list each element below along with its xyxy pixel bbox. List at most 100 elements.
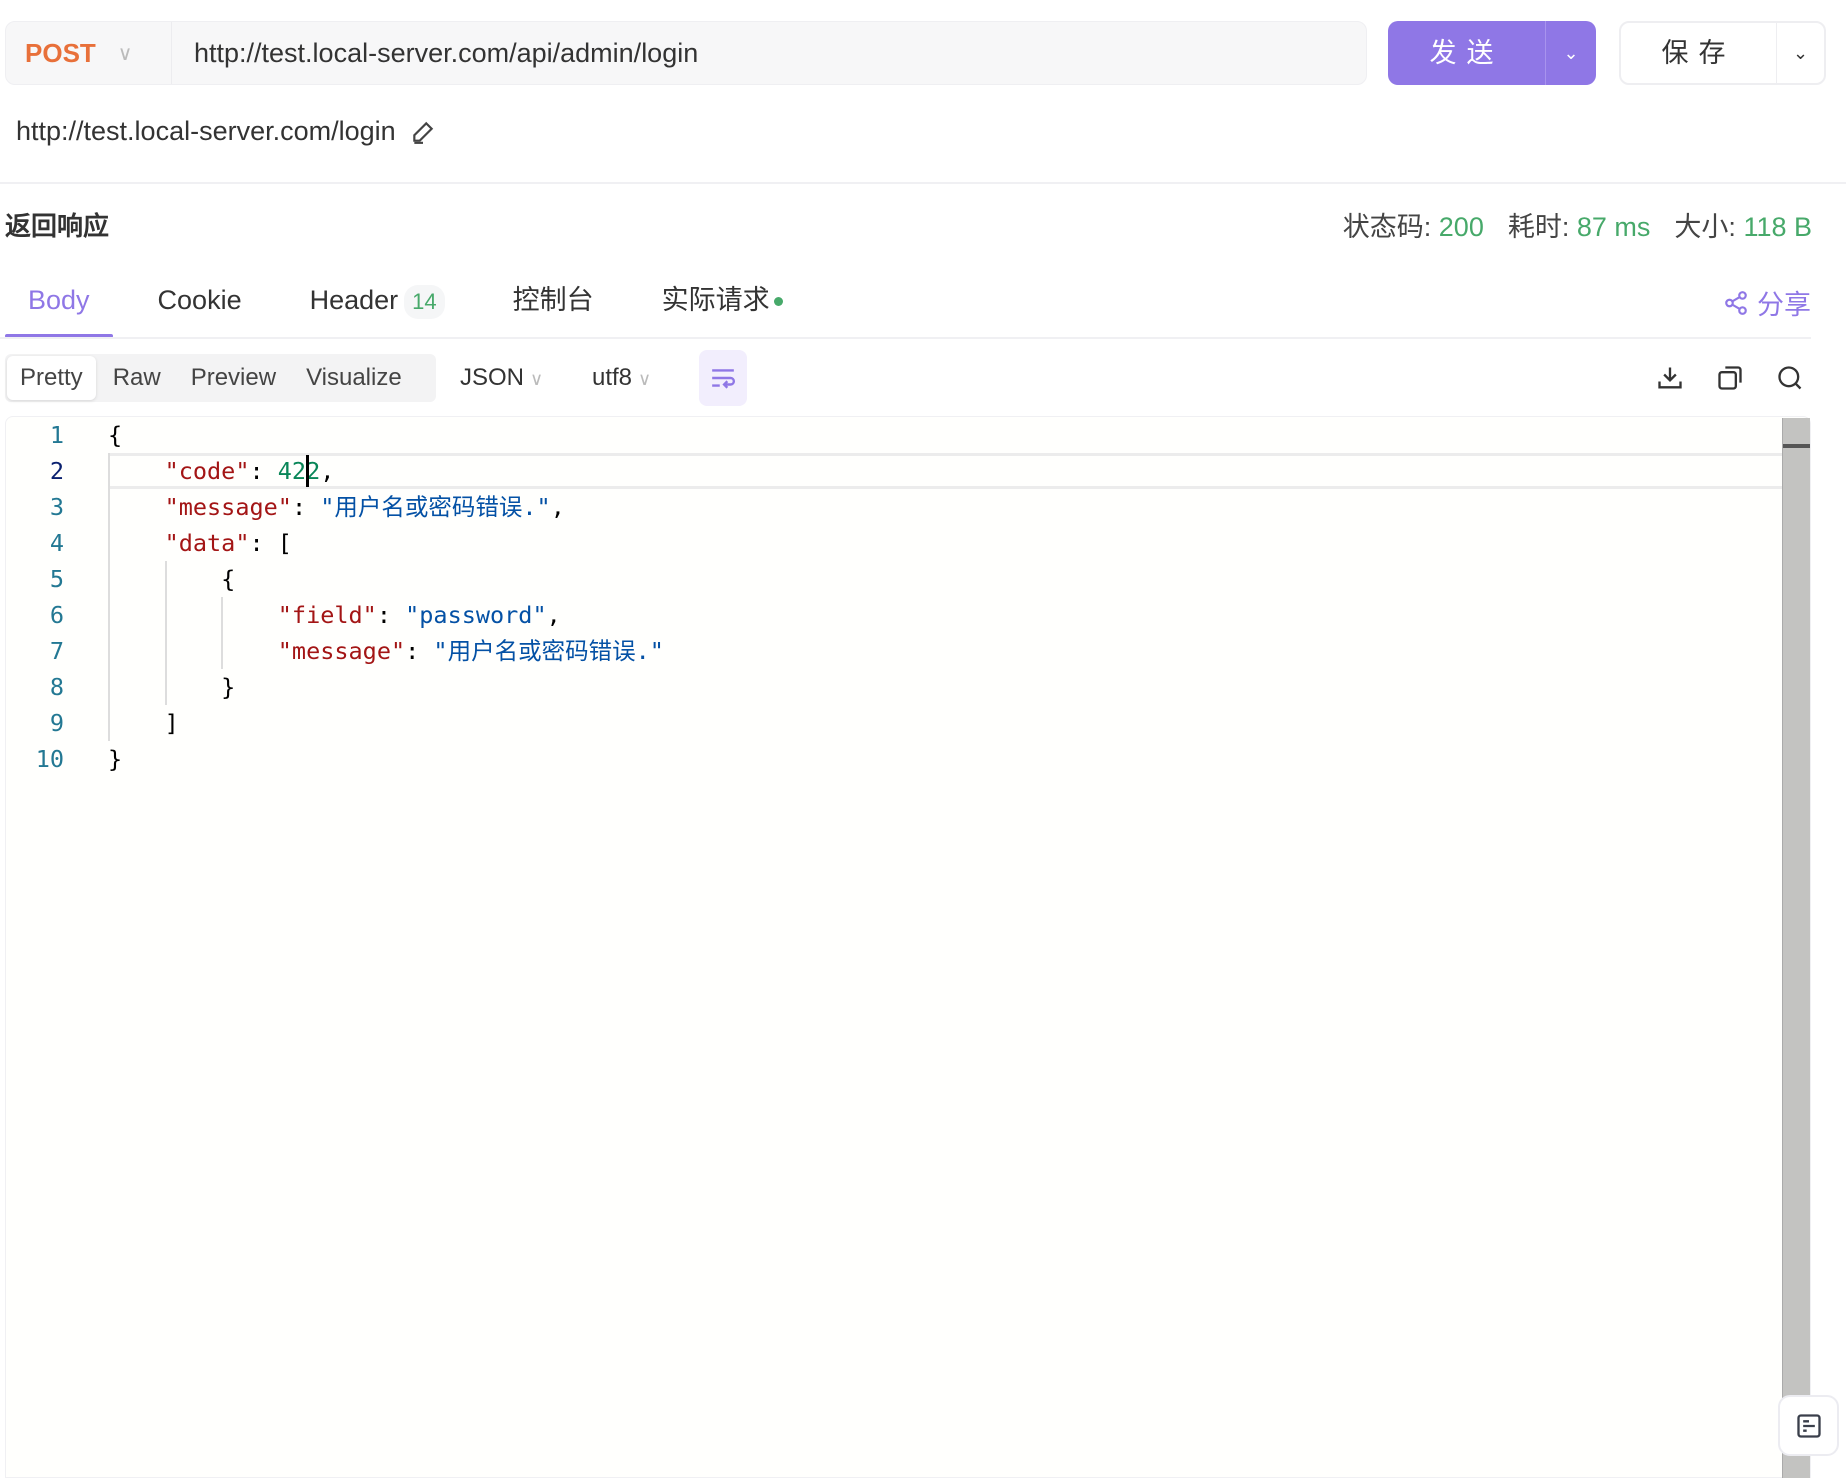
response-size: 118 B bbox=[1743, 212, 1812, 242]
url-input[interactable]: http://test.local-server.com/api/admin/l… bbox=[194, 22, 698, 84]
json-punctuation bbox=[108, 601, 278, 629]
header-count-badge: 14 bbox=[404, 285, 445, 319]
json-key: "code" bbox=[164, 457, 250, 485]
json-punctuation bbox=[108, 637, 278, 665]
status-code: 200 bbox=[1438, 212, 1484, 242]
save-options-chevron-icon[interactable]: ⌄ bbox=[1777, 23, 1824, 83]
json-string: "password" bbox=[405, 601, 547, 629]
json-punctuation: { bbox=[108, 421, 123, 449]
status-dot bbox=[773, 297, 783, 307]
outline-button[interactable] bbox=[1778, 1395, 1839, 1456]
method-select[interactable]: POST ∨ bbox=[6, 22, 172, 84]
indent-guide bbox=[108, 453, 110, 741]
display-url-text: http://test.local-server.com/login bbox=[16, 116, 396, 146]
code-line: ] bbox=[108, 705, 179, 741]
code-line: { bbox=[108, 561, 235, 597]
chevron-down-icon: ∨ bbox=[530, 369, 544, 389]
tab-label: 实际请求 bbox=[661, 285, 770, 315]
json-punctuation: ] bbox=[108, 709, 179, 737]
vertical-scrollbar[interactable] bbox=[1782, 418, 1810, 1478]
tab-console[interactable]: 控制台 bbox=[490, 280, 617, 338]
tabs-divider bbox=[0, 337, 1811, 339]
json-punctuation: , bbox=[550, 493, 565, 521]
code-line: "data": [ bbox=[108, 525, 292, 561]
tab-label: 控制台 bbox=[512, 285, 594, 315]
view-mode-segmented: Pretty Raw Preview Visualize bbox=[5, 354, 436, 402]
response-tabs: Body Cookie Header 14 控制台 实际请求 bbox=[5, 280, 1811, 338]
line-number: 10 bbox=[35, 745, 64, 773]
code-line: { bbox=[108, 417, 122, 453]
text-cursor bbox=[306, 455, 310, 487]
tab-label: Body bbox=[28, 285, 90, 315]
code-line: } bbox=[108, 669, 235, 705]
scroll-marker bbox=[1783, 444, 1810, 448]
json-key: "data" bbox=[164, 529, 250, 557]
method-label: POST bbox=[25, 37, 96, 68]
encoding-value: utf8 bbox=[592, 364, 633, 391]
tab-cookie[interactable]: Cookie bbox=[135, 280, 265, 338]
share-icon bbox=[1725, 290, 1747, 315]
chevron-down-icon: ∨ bbox=[638, 369, 652, 389]
view-visualize[interactable]: Visualize bbox=[291, 354, 417, 402]
code-line: } bbox=[108, 741, 122, 777]
json-punctuation: } bbox=[108, 673, 236, 701]
line-number: 5 bbox=[49, 565, 64, 593]
request-bar: POST ∨ http://test.local-server.com/api/… bbox=[5, 21, 1367, 85]
divider bbox=[0, 182, 1846, 184]
json-punctuation bbox=[108, 529, 165, 557]
json-punctuation bbox=[108, 493, 165, 521]
line-number: 4 bbox=[49, 529, 64, 557]
status-label: 状态码: bbox=[1342, 212, 1432, 242]
json-string: "用户名或密码错误." bbox=[433, 637, 664, 665]
tab-label: Header bbox=[309, 285, 399, 315]
format-select[interactable]: JSON ∨ bbox=[460, 354, 543, 403]
json-punctuation: , bbox=[546, 601, 561, 629]
line-number: 2 bbox=[49, 457, 64, 485]
save-button-group: 保存 ⌄ bbox=[1619, 21, 1826, 85]
tab-header[interactable]: Header 14 bbox=[287, 280, 468, 338]
line-number: 6 bbox=[49, 601, 64, 629]
search-icon[interactable] bbox=[1776, 364, 1804, 392]
response-title: 返回响应 bbox=[5, 211, 110, 241]
line-number: 8 bbox=[49, 673, 64, 701]
response-stats: 状态码: 200 耗时: 87 ms 大小: 118 B bbox=[1343, 205, 1812, 244]
json-key: "message" bbox=[164, 493, 292, 521]
size-label: 大小: bbox=[1674, 212, 1736, 242]
indent-guide bbox=[164, 561, 167, 705]
tab-actual-request[interactable]: 实际请求 bbox=[639, 280, 806, 338]
line-number: 1 bbox=[49, 421, 64, 449]
view-raw[interactable]: Raw bbox=[98, 354, 176, 402]
code-line: "message": "用户名或密码错误." bbox=[108, 633, 664, 669]
copy-icon[interactable] bbox=[1716, 364, 1744, 392]
send-button[interactable]: 发送 bbox=[1388, 21, 1546, 85]
encoding-select[interactable]: utf8 ∨ bbox=[592, 354, 651, 403]
time-label: 耗时: bbox=[1507, 212, 1570, 242]
json-punctuation bbox=[108, 457, 165, 485]
chevron-down-icon: ∨ bbox=[117, 42, 133, 65]
send-options-chevron-icon[interactable]: ⌄ bbox=[1546, 21, 1596, 85]
download-icon[interactable] bbox=[1656, 364, 1684, 392]
json-key: "message" bbox=[277, 637, 406, 665]
json-punctuation: : bbox=[376, 601, 406, 629]
share-button[interactable]: 分享 bbox=[1723, 283, 1811, 322]
view-preview[interactable]: Preview bbox=[176, 354, 291, 402]
code-line: "field": "password", bbox=[108, 597, 561, 633]
json-punctuation: : bbox=[291, 493, 321, 521]
tab-label: Cookie bbox=[157, 285, 242, 315]
pencil-icon[interactable] bbox=[410, 119, 436, 145]
line-number: 7 bbox=[49, 637, 64, 665]
save-button[interactable]: 保存 bbox=[1621, 23, 1777, 83]
format-value: JSON bbox=[460, 364, 525, 391]
json-string: "用户名或密码错误." bbox=[320, 493, 551, 521]
tab-body[interactable]: Body bbox=[5, 280, 113, 338]
wrap-icon bbox=[712, 369, 735, 389]
json-punctuation: } bbox=[108, 745, 123, 773]
code-line: "message": "用户名或密码错误.", bbox=[108, 489, 565, 525]
word-wrap-button[interactable] bbox=[699, 350, 747, 406]
json-punctuation: : [ bbox=[249, 529, 292, 557]
view-pretty[interactable]: Pretty bbox=[7, 356, 96, 400]
code-area[interactable]: 1 {2 "code": 422, 3 "message": "用户名或密码错误."… bbox=[0, 417, 1780, 817]
send-button-group: 发送 ⌄ bbox=[1388, 21, 1596, 85]
response-time: 87 ms bbox=[1576, 212, 1651, 242]
json-punctuation: : bbox=[249, 457, 278, 485]
